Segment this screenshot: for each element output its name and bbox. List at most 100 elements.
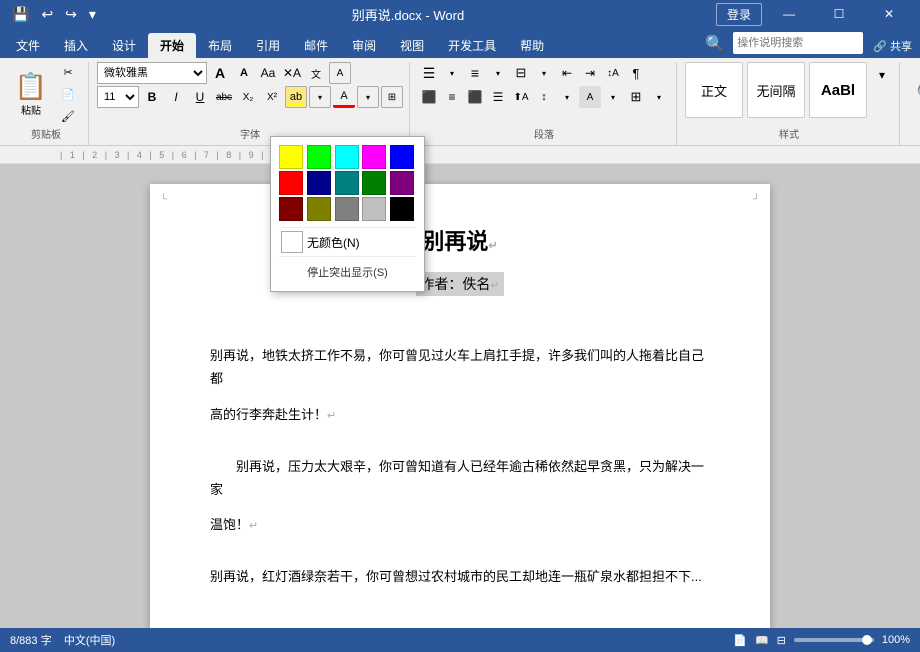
tab-view[interactable]: 视图	[388, 33, 436, 58]
decrease-indent-button[interactable]: ⇤	[556, 62, 578, 84]
color-swatch-darkblue[interactable]	[307, 171, 331, 195]
redo-button[interactable]: ↪	[61, 4, 81, 25]
color-swatch-gray[interactable]	[335, 197, 359, 221]
show-marks-button[interactable]: ¶	[625, 62, 647, 84]
close-button[interactable]: ✕	[866, 0, 912, 28]
find-button[interactable]: 🔍	[908, 72, 920, 116]
numbered-dropdown-button[interactable]: ▾	[487, 62, 509, 84]
maximize-button[interactable]: ☐	[816, 0, 862, 28]
no-color-swatch	[281, 231, 303, 253]
style-heading1[interactable]: AaBl	[809, 62, 867, 118]
stop-highlight-option[interactable]: 停止突出显示(S)	[279, 261, 416, 283]
highlight-dropdown-button[interactable]: ▾	[309, 86, 331, 108]
shading-button[interactable]: A	[579, 86, 601, 108]
tab-mailings[interactable]: 邮件	[292, 33, 340, 58]
color-swatch-teal[interactable]	[335, 171, 359, 195]
underline-button[interactable]: U	[189, 86, 211, 108]
clipboard-content: 📋 粘贴 ✂ 📄 🖌	[10, 62, 82, 126]
strikethrough-button[interactable]: abc	[213, 86, 235, 108]
superscript-button[interactable]: X²	[261, 86, 283, 108]
multilevel-list-button[interactable]: ⊟	[510, 62, 532, 84]
style-normal[interactable]: 正文	[685, 62, 743, 118]
color-swatch-cyan[interactable]	[335, 145, 359, 169]
font-decrease-button[interactable]: A	[233, 62, 255, 84]
border-font-button[interactable]: ⊞	[381, 86, 403, 108]
color-swatch-green[interactable]	[307, 145, 331, 169]
document-paragraph-4: 温饱！↵	[210, 513, 710, 537]
tab-help[interactable]: 帮助	[508, 33, 556, 58]
color-swatch-olive[interactable]	[307, 197, 331, 221]
align-right-button[interactable]: ⬛	[464, 86, 486, 108]
tab-review[interactable]: 审阅	[340, 33, 388, 58]
no-color-option[interactable]: 无颜色(N)	[279, 227, 416, 257]
search-icon: 🔍	[705, 34, 725, 54]
line-spacing-button[interactable]: ↕	[533, 86, 555, 108]
font-color-button[interactable]: A	[333, 86, 355, 108]
zoom-slider[interactable]	[794, 638, 874, 642]
undo-button[interactable]: ↩	[37, 4, 57, 25]
color-swatch-yellow[interactable]	[279, 145, 303, 169]
customize-quick-access-button[interactable]: ▾	[85, 4, 100, 25]
border-dropdown-button[interactable]: ▾	[648, 86, 670, 108]
color-swatch-magenta[interactable]	[362, 145, 386, 169]
login-button[interactable]: 登录	[716, 3, 762, 26]
minimize-button[interactable]: —	[766, 0, 812, 28]
document-paragraph-5: 别再说，红灯酒绿奈若干，你可曾想过农村城市的民工却地连一瓶矿泉水都担担不下...	[210, 565, 710, 588]
group-editing: 🔍 编辑	[902, 62, 920, 145]
multilevel-dropdown-button[interactable]: ▾	[533, 62, 555, 84]
clear-format-button[interactable]: ✕A	[281, 62, 303, 84]
color-swatch-purple[interactable]	[390, 171, 414, 195]
document-page[interactable]: └ ┘ 别再说↵ 作者：佚名↵ 别再说，地铁太挤工作不易，你可曾见过火车上肩扛手…	[150, 184, 770, 628]
font-color-dropdown-button[interactable]: ▾	[357, 86, 379, 108]
tab-insert[interactable]: 插入	[52, 33, 100, 58]
view-icon-web[interactable]: 📖	[755, 634, 769, 647]
border-button[interactable]: ⊞	[625, 86, 647, 108]
align-center-button[interactable]: ≡	[441, 86, 463, 108]
style-no-spacing-label: 无间隔	[756, 81, 795, 100]
tab-file[interactable]: 文件	[4, 33, 52, 58]
paste-icon: 📋	[15, 71, 47, 102]
change-case-button[interactable]: Aa	[257, 62, 279, 84]
highlight-color-button[interactable]: ab	[285, 86, 307, 108]
numbered-list-button[interactable]: ≡	[464, 62, 486, 84]
subscript-button[interactable]: X₂	[237, 86, 259, 108]
styles-more-button[interactable]: ▾	[871, 64, 893, 86]
tab-home[interactable]: 开始	[148, 33, 196, 58]
increase-indent-button[interactable]: ⇥	[579, 62, 601, 84]
bullet-dropdown-button[interactable]: ▾	[441, 62, 463, 84]
color-swatch-black[interactable]	[390, 197, 414, 221]
share-button[interactable]: 🔗 共享	[873, 38, 912, 54]
color-swatch-blue[interactable]	[390, 145, 414, 169]
view-icon-outline[interactable]: ⊟	[777, 634, 786, 647]
justify-button[interactable]: ☰	[487, 86, 509, 108]
copy-button[interactable]: 📄	[54, 84, 82, 104]
text-direction-button[interactable]: ⬆A	[510, 86, 532, 108]
tab-design[interactable]: 设计	[100, 33, 148, 58]
style-no-spacing[interactable]: 无间隔	[747, 62, 805, 118]
font-size-select[interactable]: 11	[97, 86, 139, 108]
shading-dropdown-button[interactable]: ▾	[602, 86, 624, 108]
color-swatch-red[interactable]	[279, 171, 303, 195]
color-swatch-darkred[interactable]	[279, 197, 303, 221]
bullet-list-button[interactable]: ☰	[418, 62, 440, 84]
italic-button[interactable]: I	[165, 86, 187, 108]
format-painter-button[interactable]: 🖌	[54, 106, 82, 126]
search-input[interactable]	[733, 32, 863, 54]
cut-button[interactable]: ✂	[54, 62, 82, 82]
color-swatch-darkgreen[interactable]	[362, 171, 386, 195]
tab-developer[interactable]: 开发工具	[436, 33, 508, 58]
paste-button[interactable]: 📋 粘贴	[10, 63, 52, 125]
font-increase-button[interactable]: A	[209, 62, 231, 84]
sort-button[interactable]: ↕A	[602, 62, 624, 84]
line-spacing-dropdown-button[interactable]: ▾	[556, 86, 578, 108]
phonetic-button[interactable]: 文	[305, 62, 327, 84]
view-icon-print[interactable]: 📄	[733, 634, 747, 647]
save-button[interactable]: 💾	[8, 4, 33, 25]
tab-layout[interactable]: 布局	[196, 33, 244, 58]
tab-references[interactable]: 引用	[244, 33, 292, 58]
font-family-select[interactable]: 微软雅黑	[97, 62, 207, 84]
align-left-button[interactable]: ⬛	[418, 86, 440, 108]
color-swatch-silver[interactable]	[362, 197, 386, 221]
bold-button[interactable]: B	[141, 86, 163, 108]
border-char-button[interactable]: A	[329, 62, 351, 84]
